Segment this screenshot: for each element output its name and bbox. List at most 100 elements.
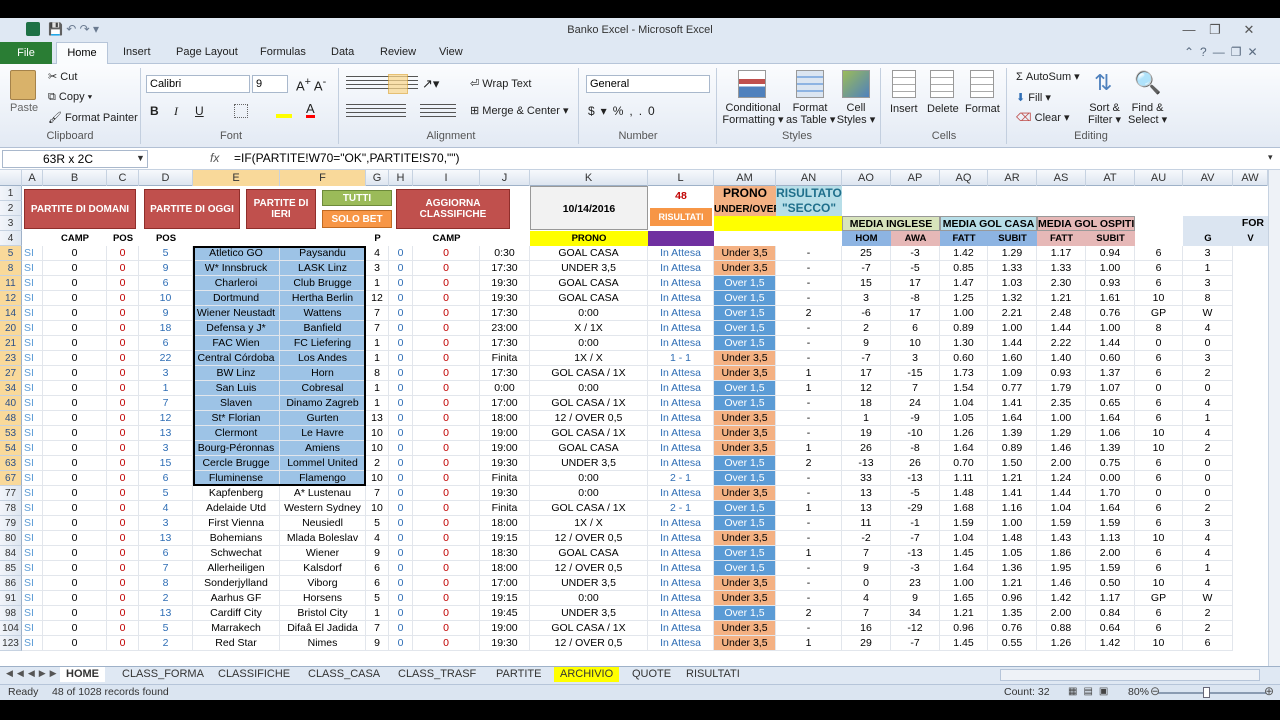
- filter-header-pos[interactable]: POS: [107, 231, 139, 246]
- row-header-4[interactable]: 4: [0, 231, 22, 246]
- column-header-b[interactable]: B: [43, 170, 107, 186]
- filter-header-g[interactable]: G: [1183, 231, 1233, 246]
- merge-center-button[interactable]: ⊞ Merge & Center ▾: [470, 104, 569, 117]
- row-header-80[interactable]: 80: [0, 531, 22, 546]
- sort-filter-icon[interactable]: ⇅: [1094, 70, 1112, 96]
- vertical-scrollbar[interactable]: [1268, 170, 1280, 666]
- find-select-button[interactable]: Find & Select ▾: [1128, 102, 1167, 126]
- cell-styles-icon[interactable]: [842, 70, 870, 98]
- filter-header-camp[interactable]: CAMP: [43, 231, 107, 246]
- column-header-d[interactable]: D: [139, 170, 193, 186]
- filter-header-camp2[interactable]: CAMP: [413, 231, 480, 246]
- orientation-icon[interactable]: ↗▾: [422, 76, 439, 92]
- column-header-av[interactable]: AV: [1183, 170, 1233, 186]
- column-header-at[interactable]: AT: [1086, 170, 1135, 186]
- tab-home[interactable]: Home: [56, 42, 108, 65]
- row-header-27[interactable]: 27: [0, 366, 22, 381]
- filter-header-hom[interactable]: HOM: [842, 231, 891, 246]
- expand-formula-icon[interactable]: ▾: [1268, 152, 1273, 163]
- cell-f-77[interactable]: A* Lustenau: [280, 486, 366, 501]
- tab-page-layout[interactable]: Page Layout: [176, 46, 238, 58]
- zoom-in-icon[interactable]: ⊕: [1264, 684, 1274, 698]
- column-header-g[interactable]: G: [366, 170, 389, 186]
- sheet-tab-class-trasf[interactable]: CLASS_TRASF: [392, 667, 482, 682]
- row-header-14[interactable]: 14: [0, 306, 22, 321]
- partite-oggi-button[interactable]: PARTITE DI OGGI: [144, 189, 240, 229]
- number-format-combo[interactable]: General: [586, 75, 710, 93]
- row-header-63[interactable]: 63: [0, 456, 22, 471]
- font-color-icon[interactable]: A: [306, 102, 315, 118]
- fx-icon[interactable]: fx: [210, 151, 219, 165]
- tab-review[interactable]: Review: [380, 46, 416, 58]
- cell-e-79[interactable]: First Vienna: [193, 516, 280, 531]
- partite-ieri-button[interactable]: PARTITE DI IERI: [246, 189, 316, 229]
- aggiorna-classifiche-button[interactable]: AGGIORNA CLASSIFICHE: [396, 189, 510, 229]
- column-header-j[interactable]: J: [480, 170, 530, 186]
- partite-domani-button[interactable]: PARTITE DI DOMANI: [24, 189, 136, 229]
- middle-align-selected-icon[interactable]: [388, 74, 408, 94]
- zoom-slider-thumb[interactable]: [1203, 687, 1210, 698]
- row-header-34[interactable]: 34: [0, 381, 22, 396]
- number-format-icons[interactable]: $▾%,.0: [588, 104, 661, 118]
- selection-range[interactable]: [193, 246, 366, 486]
- cell-f-86[interactable]: Viborg: [280, 576, 366, 591]
- cell-f-98[interactable]: Bristol City: [280, 606, 366, 621]
- underline-button[interactable]: U: [195, 104, 204, 118]
- zoom-out-icon[interactable]: ⊖: [1150, 684, 1160, 698]
- row-header-85[interactable]: 85: [0, 561, 22, 576]
- row-header-2[interactable]: 2: [0, 201, 22, 216]
- cell-f-123[interactable]: Nimes: [280, 636, 366, 651]
- name-box[interactable]: 63R x 2C: [2, 150, 148, 168]
- cell-f-78[interactable]: Western Sydney: [280, 501, 366, 516]
- row-header-40[interactable]: 40: [0, 396, 22, 411]
- fill-button[interactable]: ⬇ Fill ▾: [1016, 91, 1051, 104]
- sheet-tab-classifiche[interactable]: CLASSIFICHE: [212, 667, 296, 682]
- cell-f-80[interactable]: Mlada Boleslav: [280, 531, 366, 546]
- row-header-86[interactable]: 86: [0, 576, 22, 591]
- cell-e-77[interactable]: Kapfenberg: [193, 486, 280, 501]
- italic-button[interactable]: I: [174, 104, 178, 119]
- row-header-98[interactable]: 98: [0, 606, 22, 621]
- solo-bet-button[interactable]: SOLO BET: [322, 210, 392, 228]
- corner-select-all[interactable]: [0, 170, 22, 186]
- row-header-53[interactable]: 53: [0, 426, 22, 441]
- row-header-12[interactable]: 12: [0, 291, 22, 306]
- grow-font-icon[interactable]: A+ A-: [296, 76, 326, 93]
- sheet-tab-partite[interactable]: PARTITE: [490, 667, 547, 682]
- format-as-table-button[interactable]: Format as Table ▾: [786, 102, 835, 126]
- paste-button[interactable]: Paste: [10, 102, 38, 114]
- row-header-48[interactable]: 48: [0, 411, 22, 426]
- row-header-79[interactable]: 79: [0, 516, 22, 531]
- font-size-combo[interactable]: 9: [252, 75, 288, 93]
- fill-color-icon[interactable]: [276, 104, 292, 118]
- cell-f-91[interactable]: Horsens: [280, 591, 366, 606]
- column-header-ar[interactable]: AR: [988, 170, 1037, 186]
- filter-header-subit2[interactable]: SUBIT: [1086, 231, 1135, 246]
- column-header-ap[interactable]: AP: [891, 170, 940, 186]
- filter-header-pos2[interactable]: POS: [139, 231, 193, 246]
- tab-data[interactable]: Data: [331, 46, 354, 58]
- sheet-tab-home[interactable]: HOME: [60, 667, 105, 682]
- tab-file[interactable]: File: [0, 42, 52, 64]
- sort-filter-button[interactable]: Sort & Filter ▾: [1088, 102, 1121, 126]
- clear-button[interactable]: ⌫ Clear ▾: [1016, 111, 1070, 124]
- copy-button[interactable]: ⧉ Copy ▾: [48, 91, 92, 104]
- column-header-ao[interactable]: AO: [842, 170, 891, 186]
- conditional-formatting-button[interactable]: Conditional Formatting ▾: [722, 102, 784, 126]
- format-cells-icon[interactable]: [970, 70, 994, 98]
- column-header-k[interactable]: K: [530, 170, 648, 186]
- format-as-table-icon[interactable]: [796, 70, 824, 98]
- zoom-slider[interactable]: [1158, 692, 1266, 694]
- delete-button[interactable]: Delete: [927, 103, 959, 115]
- row-header-5[interactable]: 5: [0, 246, 22, 261]
- delete-cells-icon[interactable]: [930, 70, 954, 98]
- paste-icon[interactable]: [10, 70, 36, 100]
- row-header-84[interactable]: 84: [0, 546, 22, 561]
- row-header-91[interactable]: 91: [0, 591, 22, 606]
- insert-button[interactable]: Insert: [890, 103, 918, 115]
- view-mode-icons[interactable]: ▦▤▣: [1068, 686, 1114, 697]
- horizontal-scrollbar[interactable]: [1000, 669, 1260, 681]
- help-icons[interactable]: ⌃?—❐✕: [1184, 45, 1264, 59]
- filter-header-prono[interactable]: PRONO: [530, 231, 648, 246]
- column-header-as[interactable]: AS: [1037, 170, 1086, 186]
